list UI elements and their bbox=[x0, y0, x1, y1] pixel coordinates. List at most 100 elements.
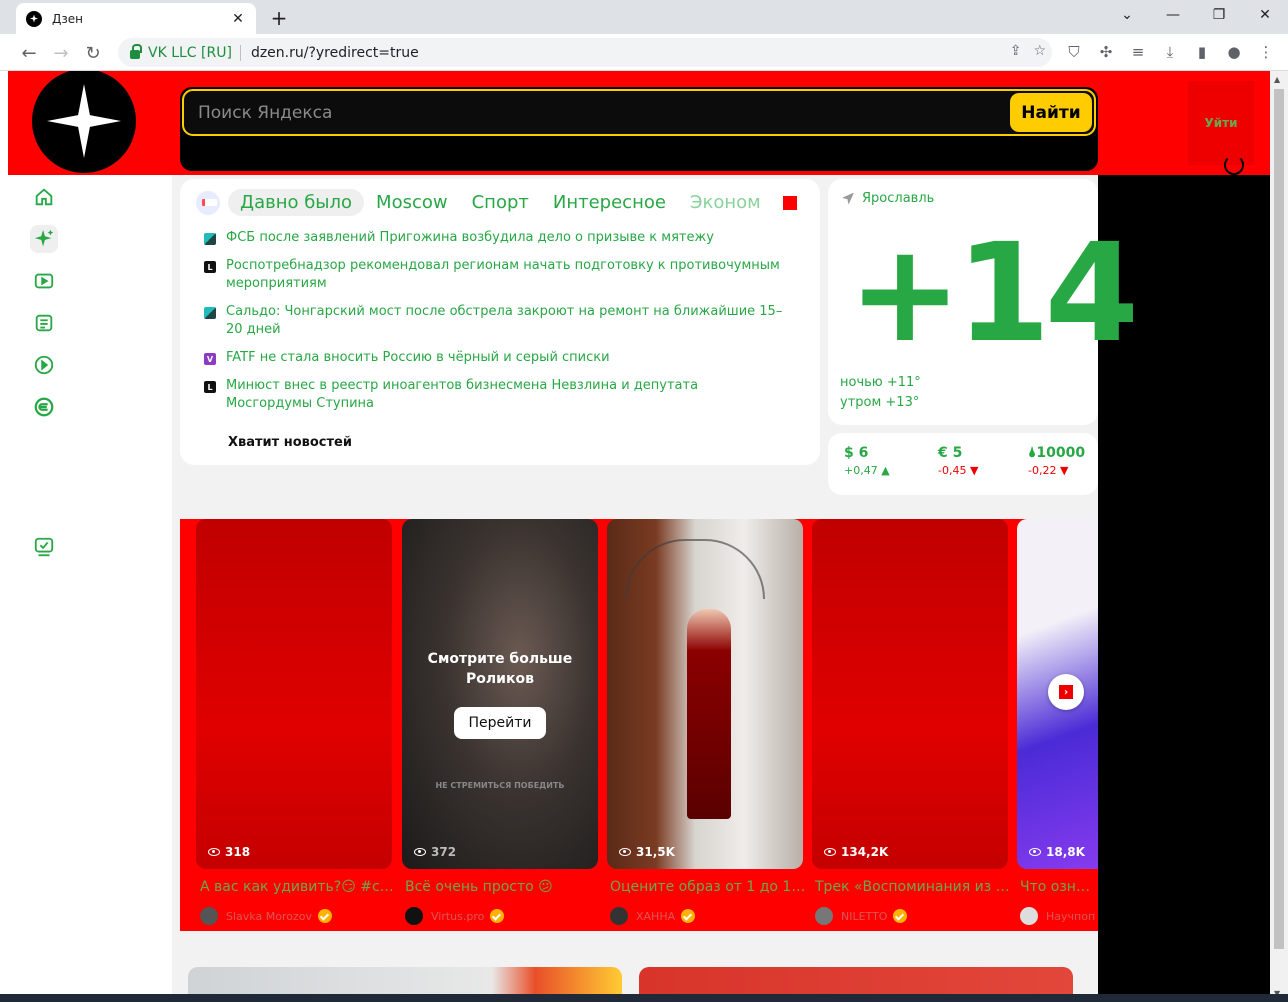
sidebar-item-articles[interactable] bbox=[30, 309, 58, 337]
news-item[interactable]: L Роспотребнадзор рекомендовал регионам … bbox=[204, 257, 784, 293]
sidebar-item-clips[interactable] bbox=[30, 351, 58, 379]
sidebar-item-subscriptions[interactable] bbox=[30, 393, 58, 421]
oil-rate[interactable]: 🌢10000 -0,22 ▼ bbox=[1028, 445, 1085, 477]
new-tab-button[interactable]: + bbox=[268, 6, 290, 30]
browser-toolbar: ← → ↻ VK LLC [RU] dzen.ru/?yredirect=tru… bbox=[0, 34, 1288, 71]
news-headline[interactable]: ФСБ после заявлений Пригожина возбудила … bbox=[226, 229, 714, 247]
site-identity[interactable]: VK LLC [RU] bbox=[148, 45, 232, 61]
go-button[interactable]: Перейти bbox=[454, 707, 546, 739]
tab-interesting[interactable]: Интересное bbox=[541, 189, 678, 216]
clips-icon bbox=[34, 355, 54, 375]
views-value: 18,8K bbox=[1046, 845, 1085, 859]
omnibox-divider bbox=[239, 44, 241, 61]
left-sidebar bbox=[8, 175, 172, 1002]
reload-icon[interactable]: ↻ bbox=[80, 40, 106, 66]
close-window-icon[interactable]: ✕ bbox=[1242, 0, 1288, 30]
short-card-more[interactable]: Смотрите больше Роликов Перейти НЕ СТРЕМ… bbox=[402, 519, 598, 869]
forward-icon[interactable]: → bbox=[48, 40, 74, 66]
short-title[interactable]: Трек «Воспоминания из Е... bbox=[815, 879, 1011, 895]
short-card[interactable]: 31,5K bbox=[607, 519, 803, 869]
news-headline[interactable]: Роспотребнадзор рекомендовал регионам на… bbox=[226, 257, 784, 293]
search-button[interactable]: Найти bbox=[1010, 93, 1092, 132]
news-item[interactable]: L Минюст внес в реестр иноагентов бизнес… bbox=[204, 377, 784, 413]
menu-kebab-icon[interactable]: ⋮ bbox=[1256, 43, 1276, 61]
news-item[interactable]: V FATF не стала вносить Россию в чёрный … bbox=[204, 349, 784, 367]
shield-extension-icon[interactable]: ⛉ bbox=[1064, 43, 1084, 61]
more-tabs-icon[interactable] bbox=[782, 195, 797, 210]
views-value: 372 bbox=[431, 845, 457, 859]
tab-sport[interactable]: Спорт bbox=[460, 189, 541, 216]
news-headline[interactable]: Минюст внес в реестр иноагентов бизнесме… bbox=[226, 377, 784, 413]
short-title[interactable]: Что означа bbox=[1020, 879, 1098, 895]
login-button[interactable]: Уйти bbox=[1204, 116, 1237, 130]
usd-rate[interactable]: $ 6 +0,47 ▲ bbox=[844, 445, 890, 477]
tv-icon bbox=[34, 537, 54, 557]
news-item[interactable]: ФСБ после заявлений Пригожина возбудила … bbox=[204, 229, 784, 247]
refresh-feed-icon[interactable] bbox=[1224, 155, 1244, 175]
short-author[interactable]: Slavka Morozov bbox=[200, 907, 332, 925]
dress-figure bbox=[687, 609, 731, 819]
tab-title: Дзен bbox=[52, 11, 83, 26]
tab-moscow[interactable]: Moscow bbox=[364, 189, 460, 216]
subscriptions-icon bbox=[34, 397, 54, 417]
extensions-puzzle-icon[interactable]: ✣ bbox=[1096, 43, 1116, 61]
page-scrollbar[interactable]: ▲ ▼ bbox=[1270, 71, 1288, 1002]
sidebar-item-home[interactable] bbox=[30, 183, 58, 211]
tab-davno-bylo[interactable]: Давно было bbox=[228, 189, 365, 216]
restore-icon[interactable]: ❐ bbox=[1196, 0, 1242, 30]
share-icon[interactable]: ⇪ bbox=[1010, 43, 1022, 59]
views-value: 318 bbox=[225, 845, 251, 859]
sidebar-item-video[interactable] bbox=[30, 267, 58, 295]
news-headline[interactable]: FATF не стала вносить Россию в чёрный и … bbox=[226, 349, 610, 367]
short-title[interactable]: А вас как удивить?😏 #сл... bbox=[200, 879, 396, 895]
author-name: NILETTO bbox=[841, 909, 888, 923]
shorts-carousel: 318 А вас как удивить?😏 #сл... Slavka Mo… bbox=[180, 519, 1098, 931]
rate-change: -0,45 ▼ bbox=[938, 464, 979, 477]
profile-icon[interactable]: ● bbox=[1224, 43, 1244, 61]
short-title[interactable]: Всё очень просто 😕 bbox=[405, 879, 601, 895]
sidebar-item-tv[interactable] bbox=[30, 533, 58, 561]
lock-icon[interactable] bbox=[130, 44, 142, 59]
scroll-up-icon[interactable]: ▲ bbox=[1274, 75, 1280, 84]
browser-tab[interactable]: Дзен ✕ bbox=[16, 3, 256, 34]
page-header: Найти Уйти bbox=[8, 71, 1270, 175]
hide-news-link[interactable]: Хватит новостей bbox=[228, 435, 352, 450]
news-tabs: Давно было Moscow Спорт Интересное Эконо… bbox=[196, 189, 797, 216]
short-author[interactable]: Научпоп bbox=[1020, 907, 1098, 925]
sidebar-item-for-you[interactable] bbox=[30, 225, 58, 253]
close-tab-icon[interactable]: ✕ bbox=[230, 11, 246, 27]
short-author[interactable]: NILETTO bbox=[815, 907, 908, 925]
tass-source-icon bbox=[204, 307, 216, 319]
download-icon[interactable]: ⤓ bbox=[1160, 43, 1180, 61]
verified-icon bbox=[490, 909, 505, 923]
lenta-source-icon: L bbox=[204, 381, 216, 393]
weather-widget[interactable]: Ярославль +14 ночью +11° утром +13° bbox=[828, 179, 1139, 425]
shirt-slogan: НЕ СТРЕМИТЬСЯ ПОБЕДИТЬ bbox=[435, 781, 565, 790]
address-bar[interactable]: VK LLC [RU] dzen.ru/?yredirect=true ⇪ ☆ bbox=[118, 38, 1052, 67]
news-headline[interactable]: Сальдо: Чонгарский мост после обстрела з… bbox=[226, 303, 784, 339]
eur-rate[interactable]: € 5 -0,45 ▼ bbox=[938, 445, 978, 477]
tab-economy[interactable]: Эконом bbox=[678, 189, 773, 216]
tab-search-chevron-icon[interactable]: ⌄ bbox=[1104, 0, 1150, 30]
short-title[interactable]: Оцените образ от 1 до 10... bbox=[610, 879, 806, 895]
eye-icon bbox=[1029, 848, 1041, 856]
short-author[interactable]: Virtus.pro bbox=[405, 907, 505, 925]
side-panel-icon[interactable]: ▮ bbox=[1192, 43, 1212, 61]
weather-location[interactable]: Ярославль bbox=[842, 191, 934, 206]
news-service-icon[interactable] bbox=[196, 190, 220, 215]
back-icon[interactable]: ← bbox=[16, 40, 42, 66]
carousel-next-button[interactable]: › bbox=[1048, 674, 1084, 710]
short-card[interactable]: 134,2K bbox=[812, 519, 1008, 869]
scrollbar-thumb[interactable] bbox=[1274, 89, 1284, 949]
search-input[interactable] bbox=[184, 91, 1010, 134]
bookmark-star-icon[interactable]: ☆ bbox=[1033, 43, 1046, 59]
rate-change: +0,47 ▲ bbox=[844, 464, 890, 477]
media-queue-icon[interactable]: ≡ bbox=[1128, 43, 1148, 61]
dzen-logo[interactable] bbox=[32, 71, 136, 173]
url-text[interactable]: dzen.ru/?yredirect=true bbox=[251, 45, 419, 61]
short-author[interactable]: ХАННА bbox=[610, 907, 696, 925]
short-card[interactable]: 318 bbox=[196, 519, 392, 869]
minimize-icon[interactable]: — bbox=[1150, 0, 1196, 30]
news-item[interactable]: Сальдо: Чонгарский мост после обстрела з… bbox=[204, 303, 784, 339]
login-area[interactable]: Уйти bbox=[1188, 81, 1254, 165]
